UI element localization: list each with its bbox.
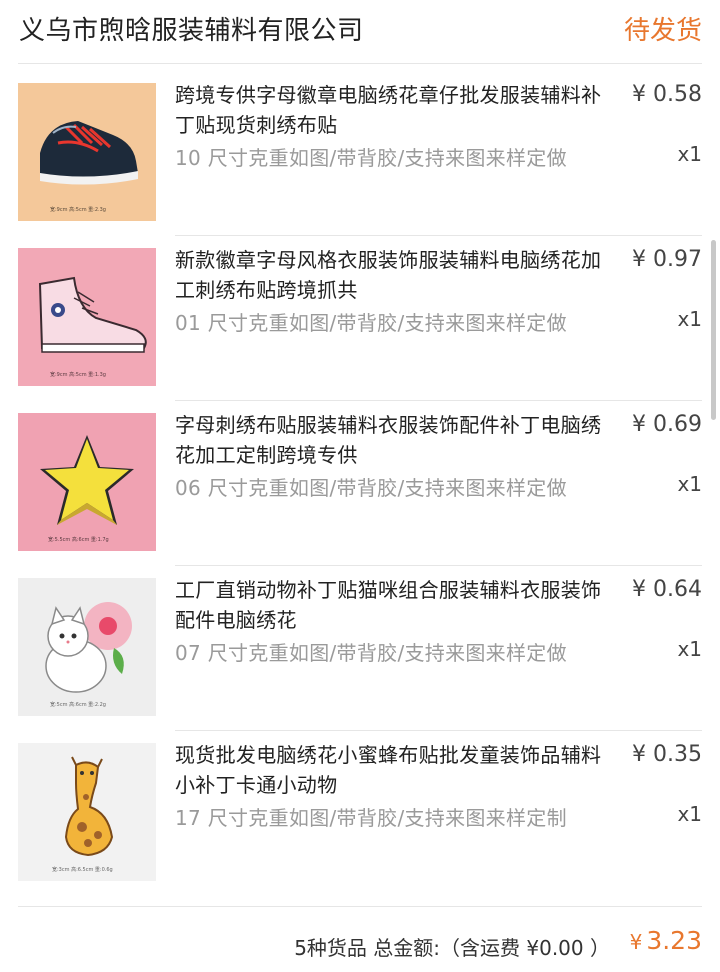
product-quantity: x1 (677, 142, 702, 166)
order-item[interactable]: 宽:9cm 高:5cm 重:2.3g 跨境专供字母徽章电脑绣花章仔批发服装辅料补… (0, 64, 720, 229)
thumb-caption: 宽:9cm 高:5cm 重:1.3g (50, 371, 106, 378)
order-item[interactable]: 宽:9cm 高:5cm 重:1.3g 新款徽章字母风格衣服装饰服装辅料电脑绣花加… (0, 229, 720, 394)
star-patch-image: 宽:5.5cm 高:6cm 重:1.7g (18, 413, 156, 551)
product-title[interactable]: 工厂直销动物补丁贴猫咪组合服装辅料衣服装饰配件电脑绣花 (175, 575, 620, 635)
order-item[interactable]: 宽:5cm 高:6cm 重:2.2g 工厂直销动物补丁贴猫咪组合服装辅料衣服装饰… (0, 559, 720, 724)
order-summary-text: 5种货品 总金额:（含运费 ¥0.00 ） (294, 936, 610, 960)
thumb-caption: 宽:9cm 高:5cm 重:2.3g (50, 206, 106, 213)
giraffe-patch-image: 宽:3cm 高:6.5cm 重:0.6g (18, 743, 156, 881)
pink-hightop-patch-image: 宽:9cm 高:5cm 重:1.3g (18, 248, 156, 386)
product-thumbnail[interactable]: 宽:5.5cm 高:6cm 重:1.7g (18, 413, 156, 551)
product-price: ¥ 0.69 (632, 412, 702, 437)
order-header: 义乌市煦晗服装辅料有限公司 待发货 (0, 0, 720, 58)
product-quantity: x1 (677, 802, 702, 826)
product-spec: 07 尺寸克重如图/带背胶/支持来图来样定做 (175, 641, 567, 665)
product-price: ¥ 0.58 (632, 82, 702, 107)
product-spec: 01 尺寸克重如图/带背胶/支持来图来样定做 (175, 311, 567, 335)
product-price: ¥ 0.35 (632, 742, 702, 767)
cat-flower-patch-image: 宽:5cm 高:6cm 重:2.2g (18, 578, 156, 716)
product-price: ¥ 0.97 (632, 247, 702, 272)
scrollbar[interactable] (711, 240, 716, 420)
thumb-caption: 宽:3cm 高:6.5cm 重:0.6g (52, 866, 113, 873)
product-thumbnail[interactable]: 宽:9cm 高:5cm 重:2.3g (18, 83, 156, 221)
product-quantity: x1 (677, 307, 702, 331)
product-title[interactable]: 新款徽章字母风格衣服装饰服装辅料电脑绣花加工刺绣布贴跨境抓共 (175, 245, 620, 305)
order-item[interactable]: 宽:5.5cm 高:6cm 重:1.7g 字母刺绣布贴服装辅料衣服装饰配件补丁电… (0, 394, 720, 559)
product-title[interactable]: 字母刺绣布贴服装辅料衣服装饰配件补丁电脑绣花加工定制跨境专供 (175, 410, 620, 470)
order-item[interactable]: 宽:3cm 高:6.5cm 重:0.6g 现货批发电脑绣花小蜜蜂布贴批发童装饰品… (0, 724, 720, 889)
order-total: ¥3.23 (630, 926, 702, 955)
product-spec: 17 尺寸克重如图/带背胶/支持来图来样定制 (175, 806, 567, 830)
order-total-value: 3.23 (646, 926, 702, 955)
order-status: 待发货 (623, 16, 702, 46)
thumb-caption: 宽:5.5cm 高:6cm 重:1.7g (48, 536, 109, 543)
product-title[interactable]: 现货批发电脑绣花小蜜蜂布贴批发童装饰品辅料小补丁卡通小动物 (175, 740, 620, 800)
order-summary: 5种货品 总金额:（含运费 ¥0.00 ） ¥3.23 (0, 922, 720, 962)
product-thumbnail[interactable]: 宽:3cm 高:6.5cm 重:0.6g (18, 743, 156, 881)
currency-symbol: ¥ (629, 930, 643, 954)
product-price: ¥ 0.64 (632, 577, 702, 602)
product-title[interactable]: 跨境专供字母徽章电脑绣花章仔批发服装辅料补丁贴现货刺绣布贴 (175, 80, 620, 140)
thumb-caption: 宽:5cm 高:6cm 重:2.2g (50, 701, 106, 708)
sneaker-patch-image: 宽:9cm 高:5cm 重:2.3g (18, 83, 156, 221)
product-quantity: x1 (677, 637, 702, 661)
product-thumbnail[interactable]: 宽:5cm 高:6cm 重:2.2g (18, 578, 156, 716)
product-spec: 06 尺寸克重如图/带背胶/支持来图来样定做 (175, 476, 567, 500)
footer-divider (18, 906, 702, 907)
product-quantity: x1 (677, 472, 702, 496)
product-thumbnail[interactable]: 宽:9cm 高:5cm 重:1.3g (18, 248, 156, 386)
shop-name[interactable]: 义乌市煦晗服装辅料有限公司 (19, 10, 364, 47)
product-spec: 10 尺寸克重如图/带背胶/支持来图来样定做 (175, 146, 567, 170)
